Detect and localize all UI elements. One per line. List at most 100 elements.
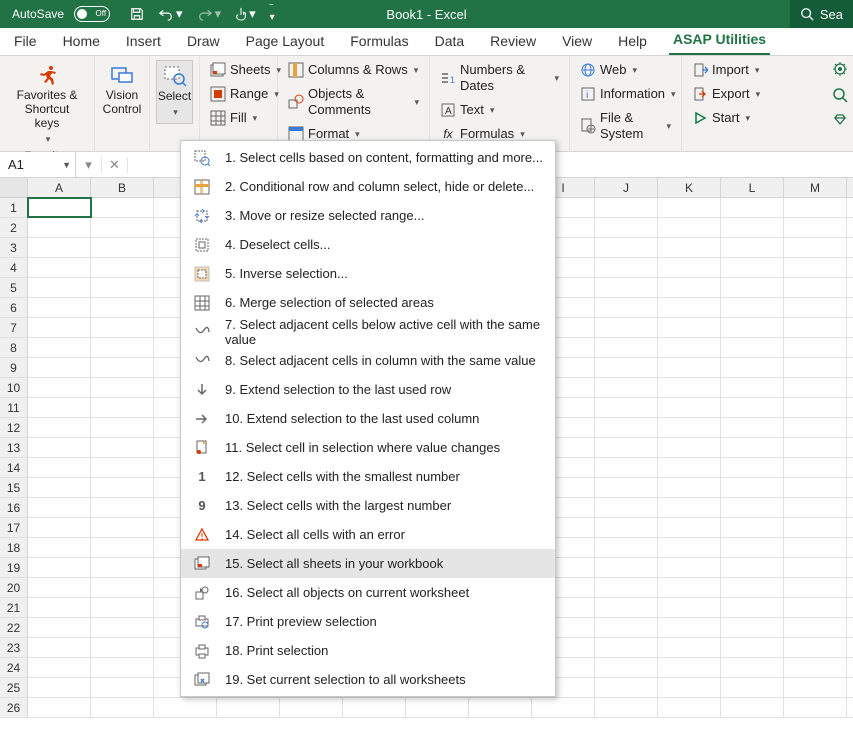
cell[interactable]	[721, 698, 784, 717]
cell[interactable]	[721, 598, 784, 617]
qat-customize-icon[interactable]: ‾▾	[270, 6, 275, 22]
cell[interactable]	[658, 458, 721, 477]
cell[interactable]	[595, 518, 658, 537]
save-icon[interactable]	[130, 7, 144, 21]
cell[interactable]	[784, 678, 847, 697]
cell[interactable]	[784, 658, 847, 677]
cell[interactable]	[658, 198, 721, 217]
cell[interactable]	[28, 658, 91, 677]
menu-item-2[interactable]: 2. Conditional row and column select, hi…	[181, 172, 555, 201]
cell[interactable]	[721, 398, 784, 417]
cell[interactable]	[784, 538, 847, 557]
cell[interactable]	[784, 238, 847, 257]
menu-item-19[interactable]: 19. Set current selection to all workshe…	[181, 665, 555, 694]
export-button[interactable]: Export▾	[688, 84, 754, 104]
row-header[interactable]: 7	[0, 318, 28, 337]
cell[interactable]	[28, 478, 91, 497]
menu-item-11[interactable]: 11. Select cell in selection where value…	[181, 433, 555, 462]
cell[interactable]	[658, 618, 721, 637]
cell[interactable]	[595, 578, 658, 597]
sheets-button[interactable]: Sheets▾	[206, 60, 271, 80]
cell[interactable]	[595, 498, 658, 517]
cell[interactable]	[784, 518, 847, 537]
cell[interactable]	[721, 558, 784, 577]
column-header[interactable]: J	[595, 178, 658, 197]
cell[interactable]	[721, 478, 784, 497]
cell[interactable]	[721, 418, 784, 437]
cell[interactable]	[28, 358, 91, 377]
cell[interactable]	[784, 558, 847, 577]
cell[interactable]	[595, 338, 658, 357]
row-header[interactable]: 20	[0, 578, 28, 597]
cell[interactable]	[91, 538, 154, 557]
cell[interactable]	[658, 258, 721, 277]
tab-draw[interactable]: Draw	[183, 29, 224, 55]
row-header[interactable]: 26	[0, 698, 28, 717]
cell[interactable]	[784, 458, 847, 477]
row-header[interactable]: 12	[0, 418, 28, 437]
cell[interactable]	[28, 238, 91, 257]
cell[interactable]	[658, 278, 721, 297]
cell[interactable]	[91, 238, 154, 257]
tab-help[interactable]: Help	[614, 29, 651, 55]
cell[interactable]	[721, 678, 784, 697]
cell[interactable]	[91, 578, 154, 597]
cell[interactable]	[595, 438, 658, 457]
cell[interactable]	[721, 358, 784, 377]
cell[interactable]	[784, 618, 847, 637]
cell[interactable]	[658, 498, 721, 517]
row-header[interactable]: 21	[0, 598, 28, 617]
cell[interactable]	[784, 398, 847, 417]
row-header[interactable]: 10	[0, 378, 28, 397]
tab-formulas[interactable]: Formulas	[346, 29, 412, 55]
cell[interactable]	[658, 698, 721, 717]
cell[interactable]	[721, 298, 784, 317]
cell[interactable]	[217, 698, 280, 717]
cell[interactable]	[784, 198, 847, 217]
row-header[interactable]: 4	[0, 258, 28, 277]
row-header[interactable]: 23	[0, 638, 28, 657]
menu-item-5[interactable]: 5. Inverse selection...	[181, 259, 555, 288]
vision-control-button[interactable]: Vision Control	[101, 60, 143, 120]
row-header[interactable]: 14	[0, 458, 28, 477]
row-header[interactable]: 13	[0, 438, 28, 457]
cell[interactable]	[658, 598, 721, 617]
cell[interactable]	[91, 338, 154, 357]
cell[interactable]	[91, 298, 154, 317]
tab-data[interactable]: Data	[431, 29, 469, 55]
cell[interactable]	[91, 498, 154, 517]
cell[interactable]	[91, 438, 154, 457]
cell[interactable]	[721, 198, 784, 217]
cell[interactable]	[91, 458, 154, 477]
menu-item-17[interactable]: 17. Print preview selection	[181, 607, 555, 636]
cell[interactable]	[595, 198, 658, 217]
cell[interactable]	[91, 598, 154, 617]
cell[interactable]	[28, 258, 91, 277]
column-header[interactable]: A	[28, 178, 91, 197]
cell[interactable]	[28, 318, 91, 337]
menu-item-4[interactable]: 4. Deselect cells...	[181, 230, 555, 259]
cell[interactable]	[658, 578, 721, 597]
cell[interactable]	[28, 638, 91, 657]
cell[interactable]	[28, 378, 91, 397]
options-icon[interactable]	[831, 112, 849, 130]
cell[interactable]	[658, 478, 721, 497]
cell[interactable]	[784, 598, 847, 617]
cell[interactable]	[91, 358, 154, 377]
column-header[interactable]: M	[784, 178, 847, 197]
cell[interactable]	[784, 298, 847, 317]
cell[interactable]	[721, 218, 784, 237]
cell[interactable]	[91, 398, 154, 417]
cell[interactable]	[721, 498, 784, 517]
cell[interactable]	[28, 678, 91, 697]
cell[interactable]	[28, 518, 91, 537]
cell[interactable]	[721, 378, 784, 397]
cell[interactable]	[595, 358, 658, 377]
tab-file[interactable]: File	[10, 29, 41, 55]
row-header[interactable]: 6	[0, 298, 28, 317]
cell[interactable]	[721, 638, 784, 657]
menu-item-1[interactable]: 1. Select cells based on content, format…	[181, 143, 555, 172]
row-header[interactable]: 9	[0, 358, 28, 377]
cell[interactable]	[28, 438, 91, 457]
cell[interactable]	[595, 638, 658, 657]
